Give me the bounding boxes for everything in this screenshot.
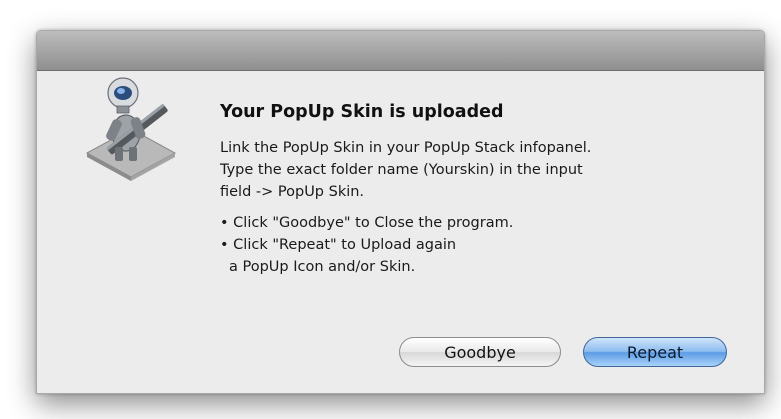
repeat-button[interactable]: Repeat	[583, 337, 727, 367]
bullet-line: a PopUp Icon and/or Skin.	[229, 259, 416, 275]
automator-robot-icon	[85, 77, 177, 181]
bullet-line: • Click "Goodbye" to Close the program.	[220, 215, 514, 231]
alert-dialog: Your PopUp Skin is uploaded Link the Pop…	[36, 30, 765, 394]
message-line: field -> PopUp Skin.	[220, 184, 365, 200]
dialog-titlebar[interactable]	[37, 31, 764, 71]
dialog-title: Your PopUp Skin is uploaded	[220, 102, 504, 122]
bullet-line: • Click "Repeat" to Upload again	[220, 237, 457, 253]
goodbye-button[interactable]: Goodbye	[399, 337, 561, 367]
message-line: Type the exact folder name (Yourskin) in…	[220, 162, 583, 178]
message-line: Link the PopUp Skin in your PopUp Stack …	[220, 140, 592, 156]
